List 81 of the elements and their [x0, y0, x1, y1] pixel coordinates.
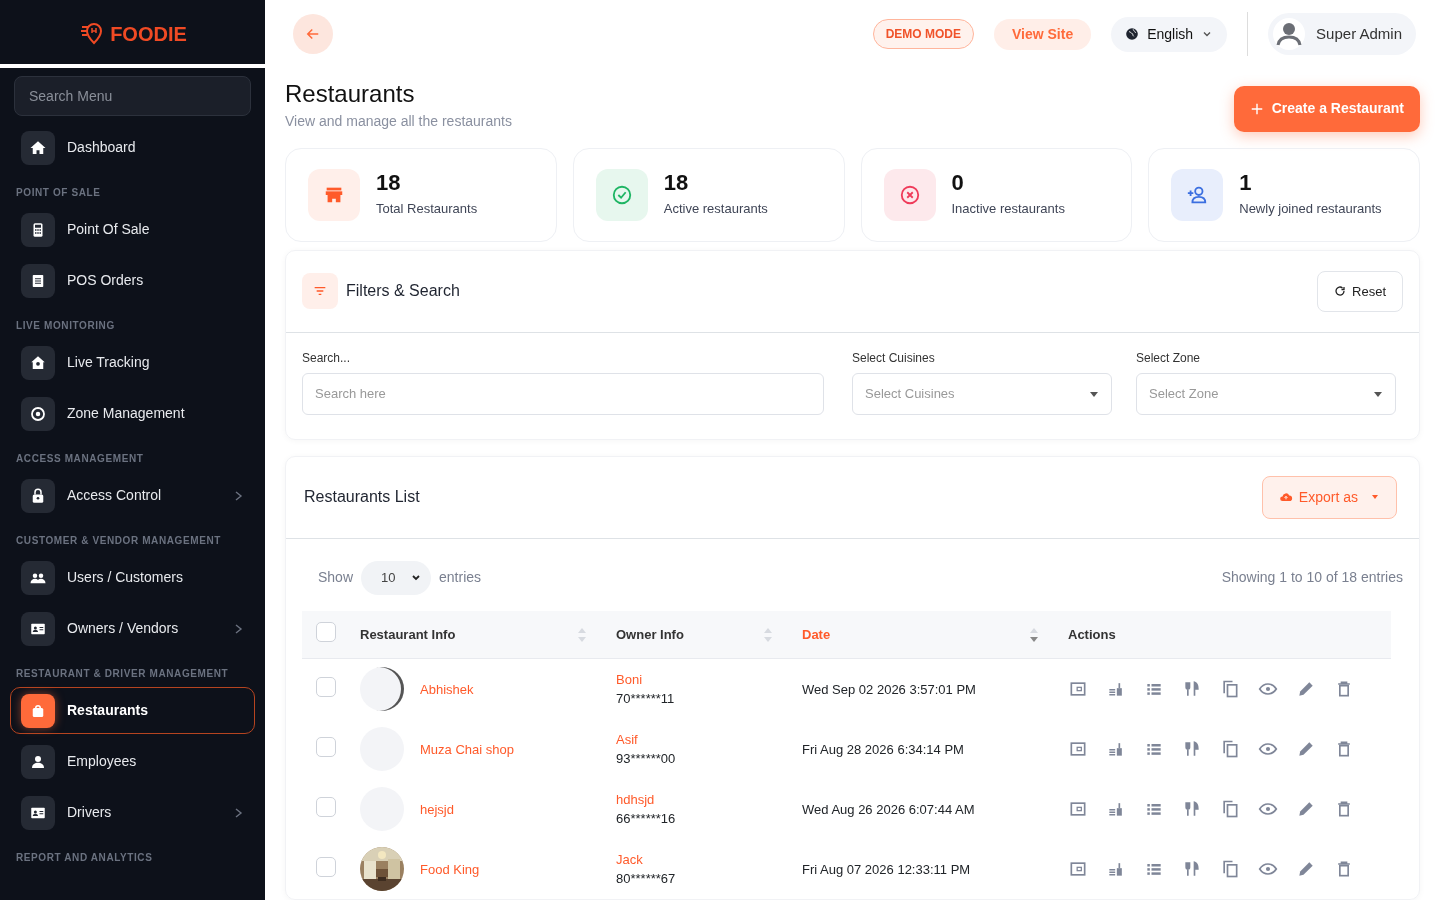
- column-header[interactable]: Owner Info: [616, 624, 684, 645]
- stat-label: Newly joined restaurants: [1239, 200, 1382, 219]
- sidebar-item[interactable]: Dashboard: [10, 124, 255, 171]
- column-header[interactable]: Actions: [1068, 624, 1116, 645]
- sort-icon: [1030, 627, 1038, 642]
- owner-phone: 80******67: [616, 870, 677, 889]
- copy-icon[interactable]: [1220, 679, 1240, 700]
- sidebar-item[interactable]: Zone Management: [10, 390, 255, 437]
- owner-phone: 66******16: [616, 810, 677, 829]
- page-subtitle: View and manage all the restaurants: [285, 111, 512, 131]
- sort-icon: [764, 627, 772, 642]
- chevron-down-icon: [411, 572, 422, 583]
- date-text: Wed Sep 02 2026 3:57:01 PM: [802, 681, 976, 697]
- sidebar-item[interactable]: Point Of Sale: [10, 206, 255, 253]
- section-heading: POINT OF SALE: [15, 186, 102, 200]
- section-heading: ACCESS MANAGEMENT: [15, 452, 145, 466]
- sidebar-item[interactable]: Drivers: [10, 789, 255, 836]
- user-avatar-icon: [1272, 17, 1307, 51]
- plus-icon: [1249, 101, 1264, 116]
- close-circle-icon: [898, 183, 921, 206]
- refresh-icon: [1334, 285, 1347, 298]
- sidebar-item[interactable]: POS Orders: [10, 257, 255, 304]
- row-checkbox[interactable]: [316, 736, 336, 757]
- globe-icon: [1125, 27, 1140, 41]
- sidebar-item[interactable]: Restaurants: [10, 687, 255, 734]
- sidebar-item[interactable]: Owners / Vendors: [10, 605, 255, 652]
- row-checkbox[interactable]: [316, 796, 336, 817]
- stat-label: Total Restaurants: [376, 200, 478, 219]
- date-text: Wed Aug 26 2026 6:07:44 AM: [802, 801, 975, 817]
- owner-name: Asif: [616, 730, 639, 749]
- select-all-checkbox[interactable]: [316, 621, 336, 642]
- copy-icon[interactable]: [1220, 799, 1240, 820]
- row-checkbox[interactable]: [316, 856, 336, 877]
- stat-value: 0: [951, 170, 965, 196]
- logo-icon: [78, 21, 105, 47]
- user-menu[interactable]: Super Admin: [1268, 13, 1416, 55]
- copy-icon[interactable]: [1220, 859, 1240, 880]
- owner-name: Jack: [616, 850, 644, 869]
- sidebar-item[interactable]: Employees: [10, 738, 255, 785]
- back-button[interactable]: [293, 14, 333, 54]
- field-label: Select Cuisines: [852, 349, 936, 367]
- check-circle-icon: [610, 183, 633, 206]
- section-heading: CUSTOMER & VENDOR MANAGEMENT: [15, 534, 222, 548]
- entries-summary: Showing 1 to 10 of 18 entries: [1221, 568, 1403, 588]
- date-text: Fri Aug 28 2026 6:34:14 PM: [802, 741, 964, 757]
- owner-phone: 93******00: [616, 750, 677, 769]
- column-header[interactable]: Restaurant Info: [360, 624, 456, 645]
- sidebar-item[interactable]: Live Tracking: [10, 339, 255, 386]
- sidebar-item[interactable]: Access Control: [10, 472, 255, 519]
- target-icon: [29, 404, 47, 423]
- owner-phone: 70******11: [616, 690, 676, 709]
- field-label: Search...: [302, 349, 352, 367]
- entries-label: entries: [439, 568, 482, 588]
- page-title: Restaurants: [285, 80, 416, 109]
- stat-label: Active restaurants: [663, 200, 768, 219]
- language-dropdown[interactable]: English: [1111, 16, 1228, 52]
- owner-name: hdhsjd: [616, 790, 656, 809]
- filters-title: Filters & Search: [346, 281, 460, 302]
- stat-label: Inactive restaurants: [951, 200, 1065, 219]
- section-heading: LIVE MONITORING: [15, 319, 116, 333]
- section-heading: REPORT AND ANALYTICS: [15, 851, 154, 865]
- show-label: Show: [318, 568, 354, 588]
- reset-button[interactable]: Reset: [1317, 270, 1403, 313]
- avatar: [360, 667, 404, 712]
- field-label: Select Zone: [1136, 349, 1202, 367]
- sidebar-item[interactable]: Users / Customers: [10, 554, 255, 601]
- sort-icon: [578, 627, 586, 642]
- owner-name: Boni: [616, 670, 644, 689]
- search-field[interactable]: Search here: [302, 372, 824, 415]
- section-heading: RESTAURANT & DRIVER MANAGEMENT: [15, 667, 230, 681]
- list-title: Restaurants List: [304, 487, 420, 508]
- stat-value: 18: [376, 170, 402, 196]
- brand-name: FOODIE: [110, 22, 187, 47]
- copy-icon[interactable]: [1220, 739, 1240, 760]
- page-size-select[interactable]: 10: [361, 560, 432, 595]
- date-text: Fri Aug 07 2026 12:33:11 PM: [802, 861, 971, 877]
- menu-search-field[interactable]: Search Menu: [14, 76, 251, 116]
- stat-value: 1: [1239, 170, 1253, 196]
- demo-mode-badge: DEMO MODE: [872, 19, 974, 49]
- stat-value: 18: [663, 170, 690, 196]
- row-checkbox[interactable]: [316, 676, 336, 697]
